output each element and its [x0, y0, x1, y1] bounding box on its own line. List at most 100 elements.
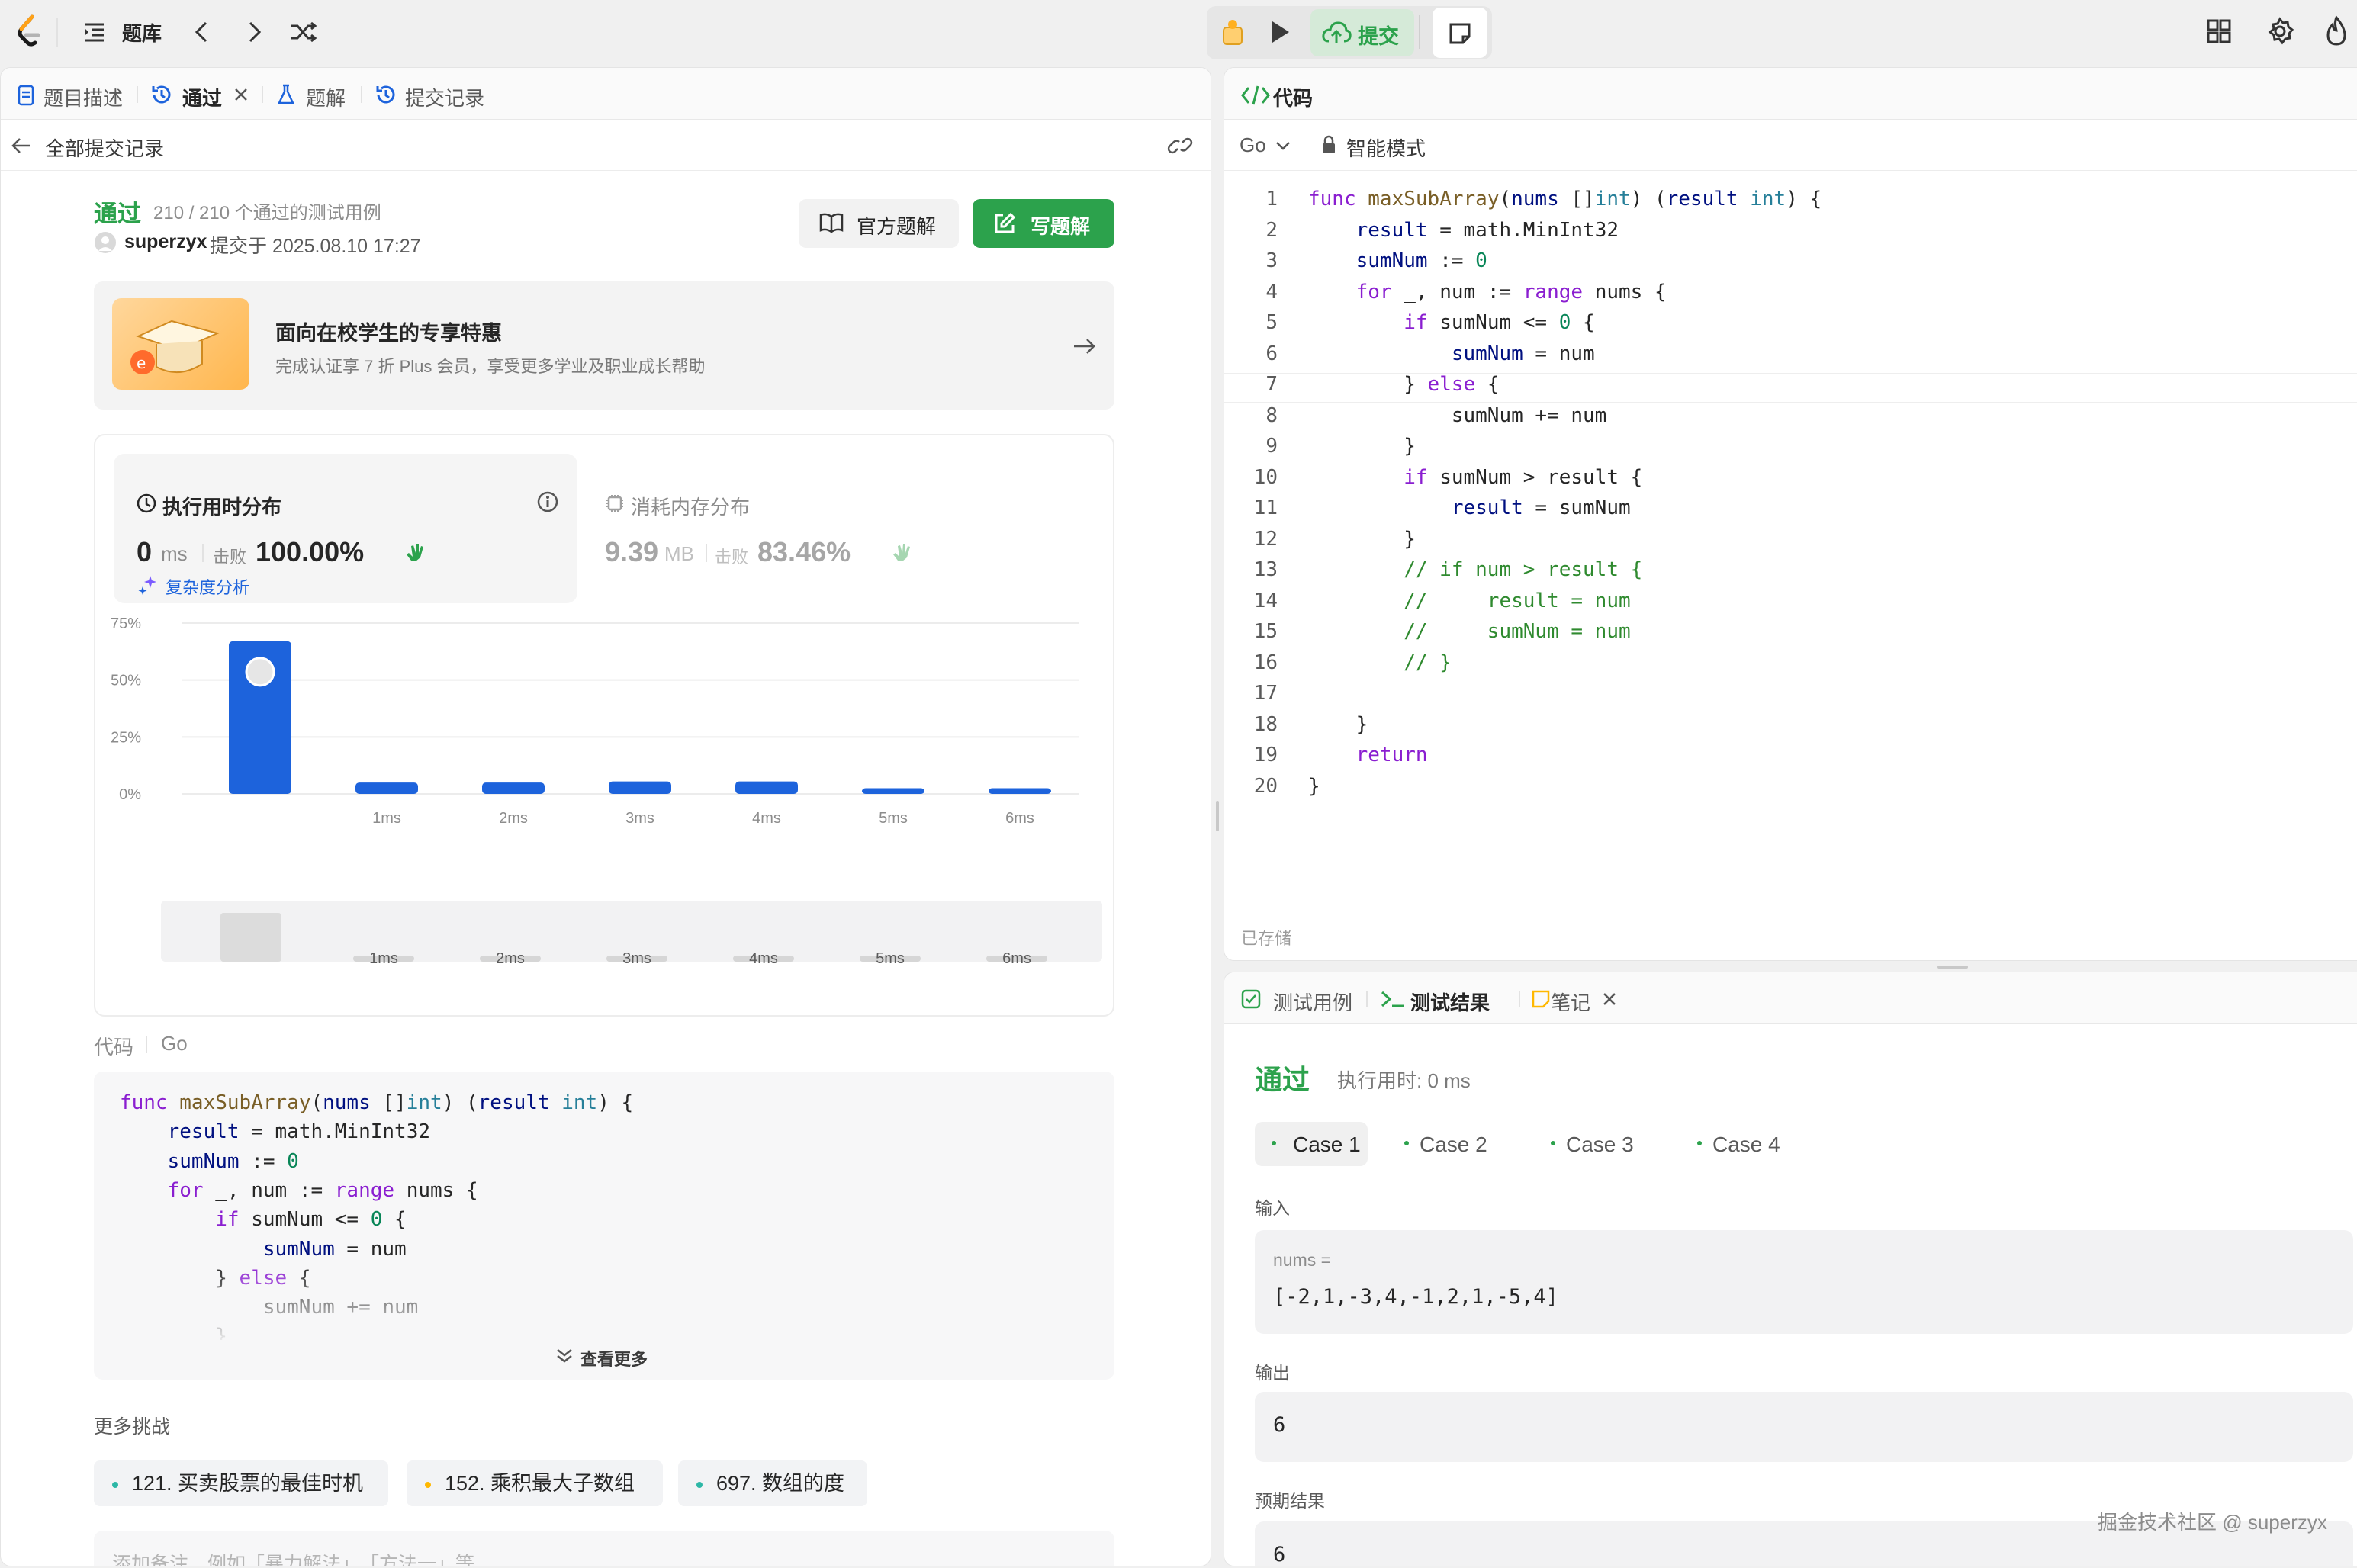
tab-solutions[interactable]: 题解 [306, 83, 346, 111]
leetcode-logo-icon[interactable] [15, 14, 43, 47]
submit-label: 提交 [1358, 25, 1399, 48]
code-line: if sumNum <= 0 { [215, 1208, 407, 1232]
more-challenges-heading: 更多挑战 [94, 1416, 171, 1438]
difficulty-dot [696, 1481, 703, 1488]
flask-icon [278, 84, 294, 104]
case-2-tab[interactable]: Case 2 [1397, 1122, 1519, 1166]
promo-image: e [112, 298, 249, 390]
close-tab-icon[interactable] [1601, 991, 1618, 1007]
line-number: 18 [1253, 712, 1278, 736]
note-input[interactable]: 添加备注，例如「暴力解法」、「方法一」等 [94, 1531, 1114, 1566]
sparkle-icon [138, 576, 156, 595]
line-number: 16 [1253, 651, 1278, 674]
code-section-lang: Go [161, 1032, 188, 1055]
view-more-button[interactable]: 查看更多 [580, 1346, 648, 1370]
code-line: func maxSubArray(nums []int) (result int… [120, 1091, 634, 1114]
input-value: [-2,1,-3,4,-1,2,1,-5,4] [1273, 1285, 1558, 1309]
overview-tick-label: 6ms [1002, 950, 1031, 967]
settings-gear-icon[interactable] [2265, 17, 2294, 46]
memory-box[interactable]: 消耗内存分布 9.39 MB 击败 83.46% [591, 454, 1049, 603]
run-icon[interactable] [1268, 18, 1292, 46]
prev-problem-icon[interactable] [191, 20, 214, 44]
tab-description[interactable]: 题目描述 [43, 83, 123, 111]
debug-icon[interactable] [1219, 17, 1246, 47]
line-number: 20 [1253, 774, 1278, 798]
challenge-chip-697[interactable]: 697. 数组的度 [678, 1460, 867, 1506]
case-4-label: Case 4 [1712, 1133, 1780, 1156]
code-line: if sumNum > result { [1404, 465, 1643, 489]
submit-button[interactable]: 提交 [1310, 9, 1414, 56]
left-panel: 题目描述 通过 题解 提交记录 全部提交记录 通过 210 / 210 个通过的… [0, 67, 1211, 1566]
code-line: sumNum := 0 [167, 1149, 299, 1173]
line-number: 3 [1265, 249, 1278, 272]
tab-note[interactable]: 笔记 [1551, 988, 1590, 1016]
svg-text:e: e [137, 354, 146, 372]
y-tick-label: 25% [111, 729, 141, 746]
result-status: 通过 [1255, 1064, 1310, 1095]
challenge-chip-121[interactable]: 121. 买卖股票的最佳时机 [94, 1460, 388, 1506]
challenge-title: 121. 买卖股票的最佳时机 [132, 1472, 364, 1495]
chart-bar[interactable] [482, 782, 545, 794]
x-tick-label: 4ms [752, 810, 781, 827]
overview-tick-label: 4ms [749, 950, 778, 967]
complexity-analysis-link[interactable]: 复杂度分析 [166, 574, 249, 599]
case-4-tab[interactable]: Case 4 [1690, 1122, 1812, 1166]
share-link-icon[interactable] [1166, 133, 1194, 158]
challenge-chip-152[interactable]: 152. 乘积最大子数组 [407, 1460, 663, 1506]
language-select[interactable]: Go [1240, 133, 1266, 157]
x-tick-label: 3ms [625, 810, 654, 827]
close-tab-icon[interactable] [233, 86, 249, 103]
case-2-label: Case 2 [1420, 1133, 1487, 1156]
tab-testcase[interactable]: 测试用例 [1273, 988, 1352, 1016]
output-value: 6 [1273, 1413, 1286, 1437]
editor-code-area[interactable]: 1 func maxSubArray(nums []int) (result in… [1224, 184, 2357, 817]
arrow-right-icon [1074, 339, 1095, 354]
cloud-upload-icon [1322, 21, 1352, 43]
back-arrow-icon[interactable] [10, 135, 33, 156]
info-icon[interactable] [536, 490, 559, 513]
chart-bar[interactable] [862, 788, 924, 794]
code-line: for _, num := range nums { [1355, 280, 1667, 304]
case-pass-dot [1272, 1141, 1276, 1145]
smart-mode-label[interactable]: 智能模式 [1346, 133, 1426, 162]
chart-bar[interactable] [735, 781, 798, 794]
runtime-unit: ms [161, 542, 188, 565]
streak-flame-icon[interactable] [2323, 15, 2349, 47]
problem-bank-link[interactable]: 题库 [122, 18, 162, 47]
note-button[interactable] [1433, 8, 1487, 58]
tab-test-result[interactable]: 测试结果 [1410, 988, 1490, 1016]
case-3-tab[interactable]: Case 3 [1543, 1122, 1665, 1166]
user-avatar[interactable] [94, 231, 117, 254]
username[interactable]: superzyx [124, 231, 207, 253]
all-submissions-link[interactable]: 全部提交记录 [45, 133, 164, 162]
output-label: 输出 [1255, 1363, 1290, 1383]
overview-tick-label: 3ms [622, 950, 651, 967]
official-solution-button[interactable]: 官方题解 [799, 199, 959, 248]
case-1-tab[interactable]: Case 1 [1255, 1122, 1368, 1166]
chart-bar[interactable] [355, 782, 418, 794]
case-pass-dot [1551, 1141, 1555, 1145]
chart-bar[interactable] [989, 788, 1051, 794]
list-icon[interactable] [82, 20, 107, 44]
shuffle-icon[interactable] [288, 18, 319, 46]
user-position-avatar [245, 657, 275, 687]
code-editor-panel: 代码 Go 智能模式 1 func maxSubArray(nums []int)… [1224, 67, 2357, 961]
horizontal-splitter-handle[interactable] [1937, 966, 1968, 969]
chart-bar[interactable] [609, 781, 671, 794]
write-solution-button[interactable]: 写题解 [973, 199, 1114, 248]
chevron-down-icon[interactable] [1275, 140, 1291, 152]
line-number: 7 [1265, 373, 1278, 396]
runtime-value: 0 [137, 536, 153, 567]
runtime-box[interactable]: 执行用时分布 0 ms 击败 100.00% 复杂度分析 [114, 454, 577, 603]
next-problem-icon[interactable] [243, 20, 265, 44]
layout-icon[interactable] [2206, 18, 2232, 44]
student-promo-card[interactable]: e 面向在校学生的专享特惠 完成认证享 7 折 Plus 会员，享受更多学业及职… [94, 281, 1114, 410]
x-tick-label: 1ms [372, 810, 401, 827]
vertical-splitter-handle[interactable] [1216, 801, 1219, 831]
note-icon [1532, 990, 1550, 1008]
tab-accepted[interactable]: 通过 [182, 83, 222, 111]
brush-selection-handle[interactable] [220, 913, 281, 962]
write-solution-label: 写题解 [1031, 215, 1091, 238]
x-tick-label: 5ms [879, 810, 908, 827]
tab-submissions[interactable]: 提交记录 [405, 83, 484, 111]
